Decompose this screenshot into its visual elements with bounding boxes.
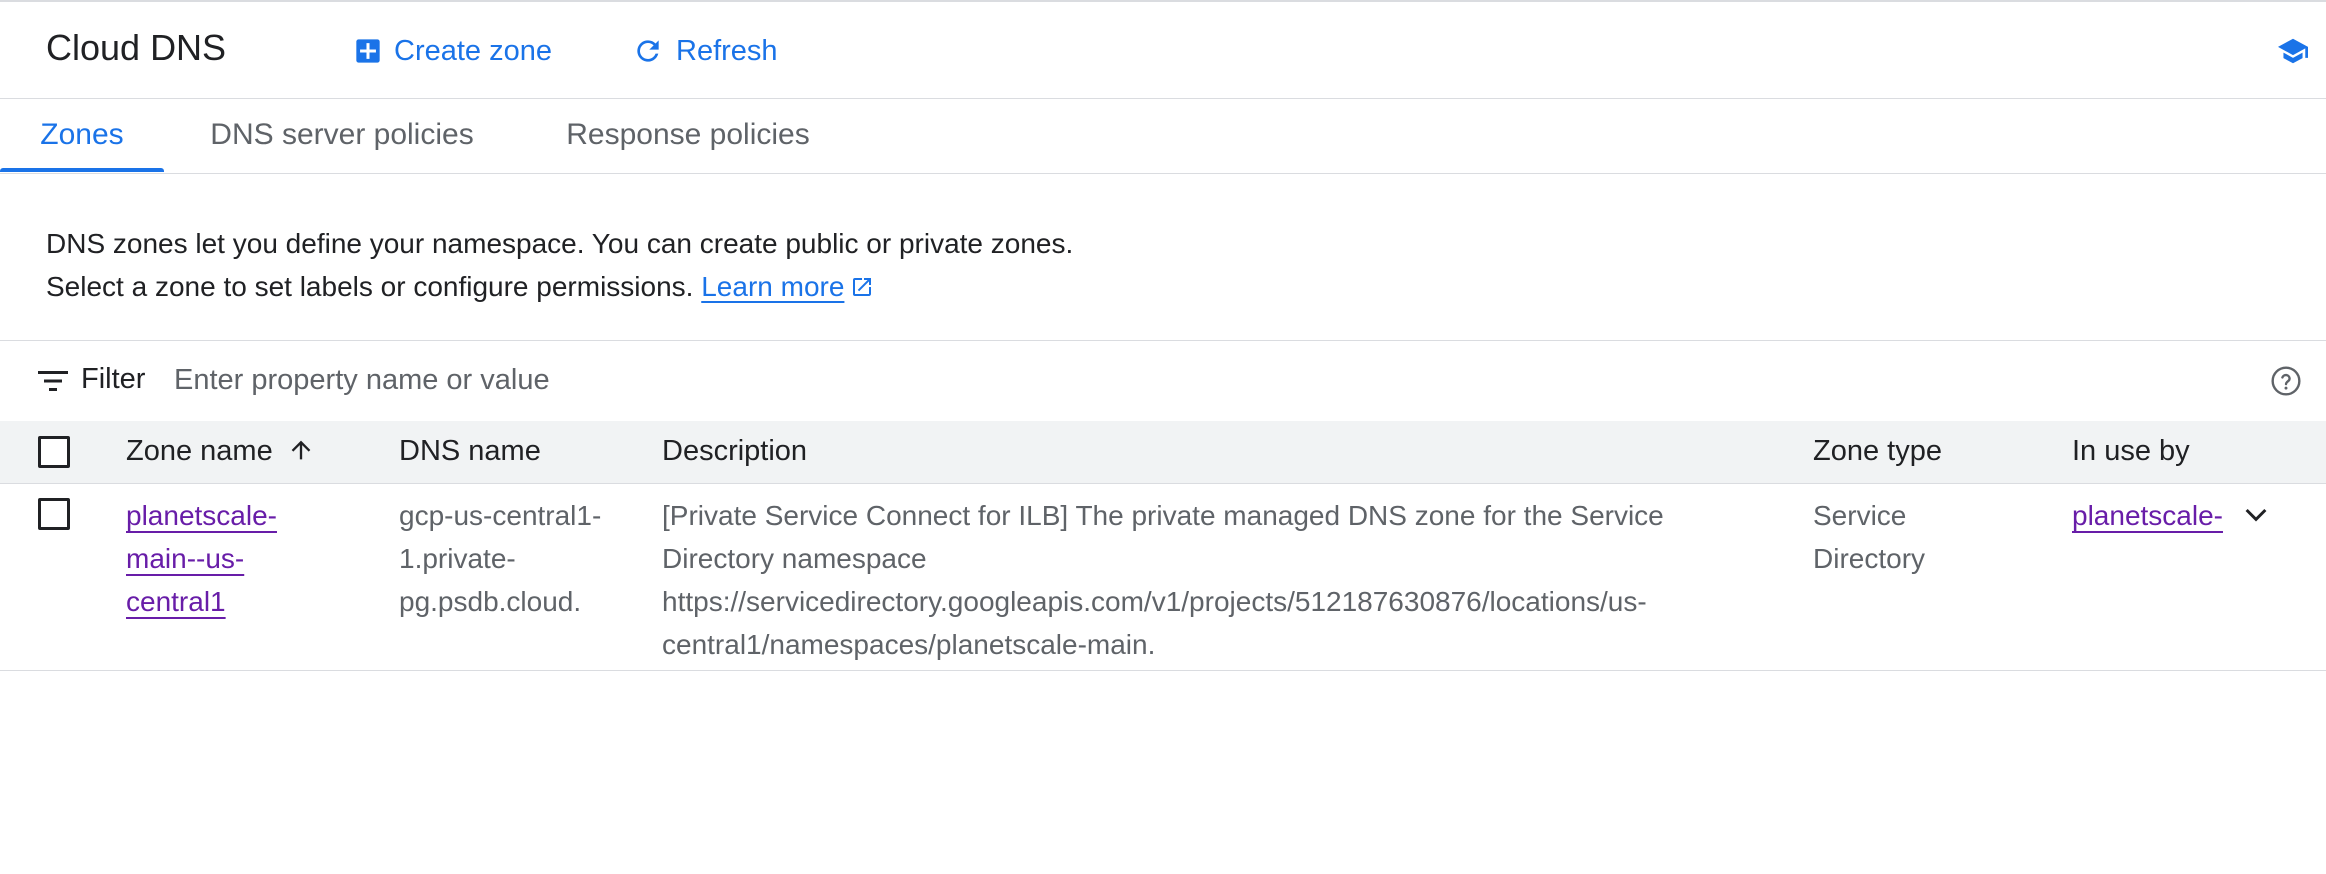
arrow-upward-icon bbox=[291, 440, 311, 460]
select-all-checkbox[interactable] bbox=[38, 436, 70, 468]
tab-zones[interactable]: Zones bbox=[0, 99, 164, 172]
intro-text: DNS zones let you define your namespace.… bbox=[46, 228, 1074, 302]
zone-name-link[interactable]: planetscale-main--us-central1 bbox=[126, 500, 277, 617]
zone-name-cell: planetscale-main--us-central1 bbox=[126, 494, 306, 623]
column-header-zone-type[interactable]: Zone type bbox=[1813, 435, 1942, 468]
intro-text-block: DNS zones let you define your namespace.… bbox=[46, 222, 1086, 308]
refresh-button[interactable]: Refresh bbox=[632, 30, 778, 72]
column-header-zone-name[interactable]: Zone name bbox=[126, 435, 315, 468]
create-zone-button[interactable]: Create zone bbox=[354, 30, 552, 72]
tab-dns-server-policies[interactable]: DNS server policies bbox=[204, 99, 480, 171]
chevron-down-icon[interactable] bbox=[2241, 500, 2271, 530]
learn-more-label: Learn more bbox=[701, 271, 845, 302]
zone-type-cell: Service Directory bbox=[1813, 500, 1926, 574]
help-icon[interactable] bbox=[2270, 365, 2302, 397]
filter-label: Filter bbox=[81, 363, 146, 395]
refresh-icon bbox=[637, 40, 659, 62]
external-link-icon bbox=[853, 278, 872, 296]
learn-more-link[interactable]: Learn more bbox=[701, 271, 844, 302]
refresh-label: Refresh bbox=[676, 34, 778, 67]
column-header-dns-name[interactable]: DNS name bbox=[399, 435, 541, 468]
tab-response-policies[interactable]: Response policies bbox=[560, 99, 816, 171]
filter-bar: Filter bbox=[0, 340, 2326, 421]
description-cell: [Private Service Connect for ILB] The pr… bbox=[662, 500, 1664, 660]
zone-name-header-label: Zone name bbox=[126, 435, 273, 467]
row-checkbox[interactable] bbox=[38, 498, 70, 530]
filter-list-icon bbox=[38, 371, 68, 391]
table-row: planetscale-main--us-central1 gcp-us-cen… bbox=[0, 484, 2326, 671]
dns-name-cell: gcp-us-central1-1.private-pg.psdb.cloud. bbox=[399, 500, 602, 617]
tab-bar: Zones DNS server policies Response polic… bbox=[0, 99, 2326, 174]
table-header: Zone name DNS name Description Zone type… bbox=[0, 421, 2326, 484]
page-header: Cloud DNS Create zone Refresh bbox=[0, 2, 2326, 99]
school-icon bbox=[2278, 38, 2308, 64]
add-box-icon bbox=[356, 39, 380, 63]
learn-button[interactable] bbox=[2276, 36, 2310, 71]
column-header-in-use-by[interactable]: In use by bbox=[2072, 435, 2190, 468]
column-header-description[interactable]: Description bbox=[662, 435, 807, 468]
create-zone-label: Create zone bbox=[394, 34, 552, 67]
page-title: Cloud DNS bbox=[46, 27, 227, 68]
filter-input[interactable] bbox=[174, 357, 2074, 403]
in-use-by-cell: planetscale- bbox=[2072, 494, 2322, 537]
in-use-by-link[interactable]: planetscale- bbox=[2072, 494, 2223, 537]
